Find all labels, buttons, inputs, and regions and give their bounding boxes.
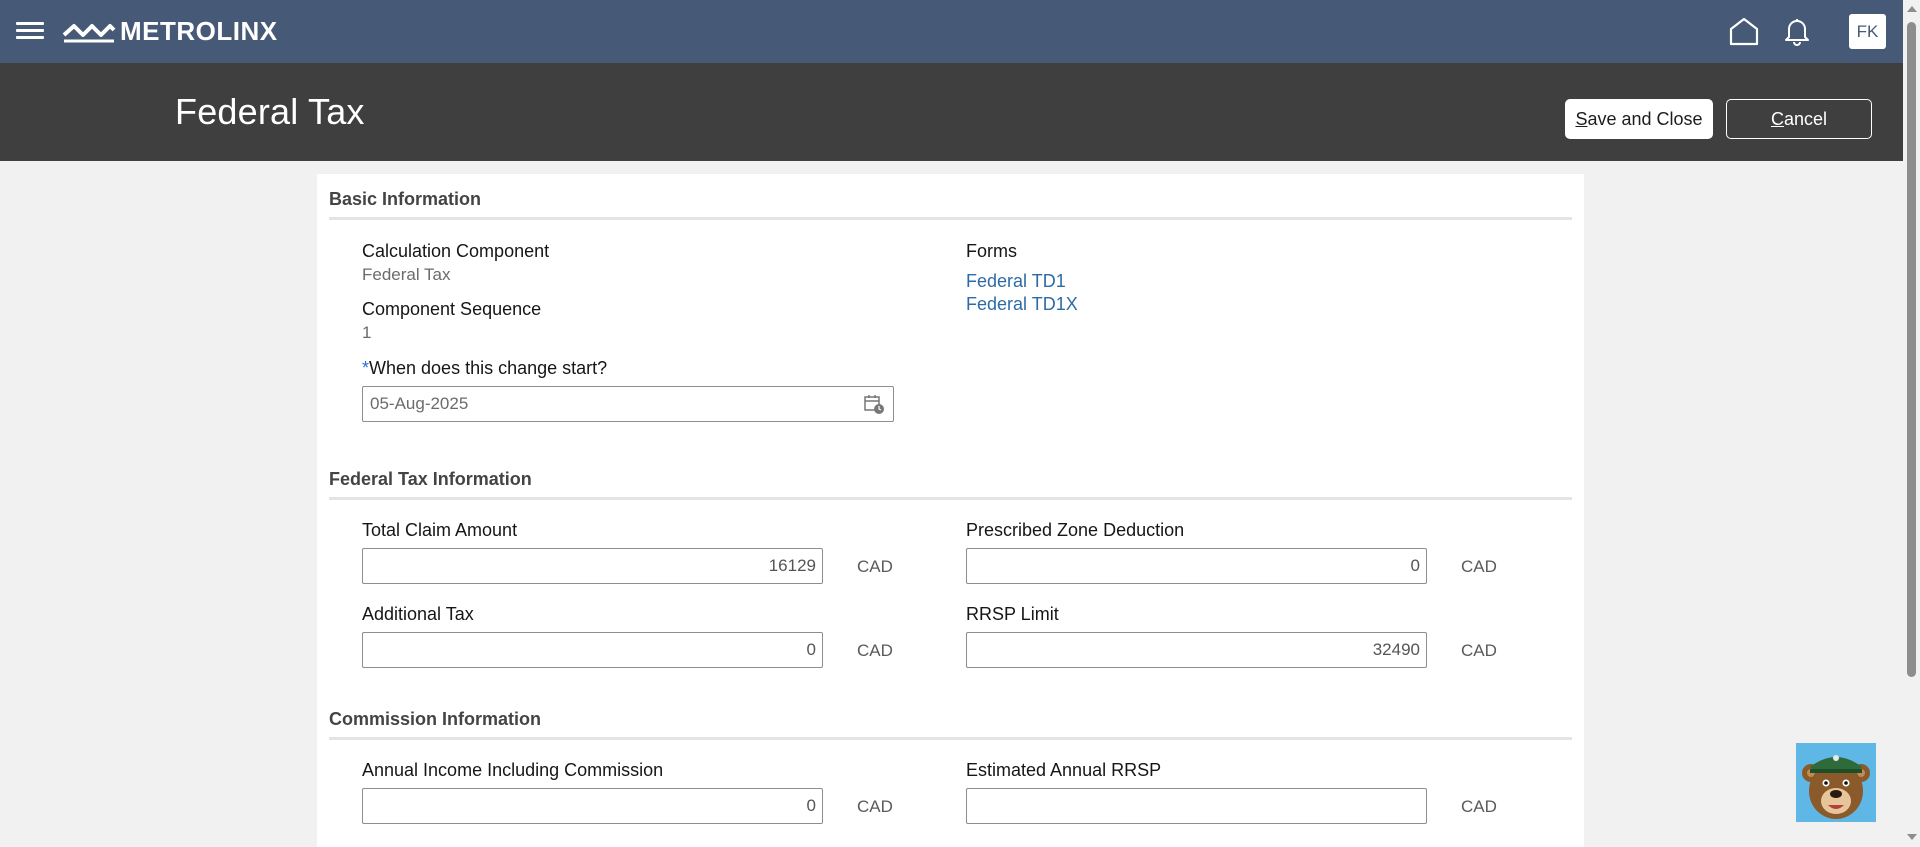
vertical-scrollbar[interactable]	[1903, 0, 1920, 847]
logo-text: METROLINX	[120, 15, 278, 46]
currency-label: CAD	[1461, 557, 1497, 576]
scroll-down-arrow-icon[interactable]	[1907, 834, 1917, 840]
currency-label: CAD	[857, 641, 893, 660]
calculation-component-value: Federal Tax	[362, 265, 451, 284]
user-avatar[interactable]: FK	[1849, 14, 1886, 49]
total-claim-amount-input[interactable]	[362, 548, 823, 584]
section-divider	[329, 737, 1572, 740]
change-start-date-input[interactable]	[362, 386, 894, 422]
estimated-annual-rrsp-input[interactable]	[966, 788, 1427, 824]
save-and-close-button[interactable]: Save and Close	[1565, 99, 1713, 139]
form-link-federal-td1x[interactable]: Federal TD1X	[966, 294, 1078, 315]
component-sequence-value: 1	[362, 323, 372, 342]
form-link-federal-td1[interactable]: Federal TD1	[966, 271, 1066, 292]
home-icon[interactable]	[1728, 16, 1760, 46]
rrsp-limit-input[interactable]	[966, 632, 1427, 668]
content-panel: Basic Information Calculation Component …	[317, 174, 1584, 847]
virtual-assistant-bear-icon[interactable]	[1796, 743, 1876, 822]
estimated-annual-rrsp-label: Estimated Annual RRSP	[966, 760, 1162, 780]
page-title: Federal Tax	[175, 91, 365, 132]
total-claim-amount-label: Total Claim Amount	[362, 520, 518, 540]
commission-information-heading: Commission Information	[329, 709, 542, 729]
annual-income-including-commission-input[interactable]	[362, 788, 823, 824]
metrolinx-logo[interactable]: METROLINX	[62, 14, 278, 48]
additional-tax-input[interactable]	[362, 632, 823, 668]
calculation-component-label: Calculation Component	[362, 241, 550, 261]
cancel-button[interactable]: Cancel	[1726, 99, 1872, 139]
currency-label: CAD	[1461, 641, 1497, 660]
currency-label: CAD	[857, 557, 893, 576]
change-start-label: *When does this change start?	[362, 358, 608, 378]
section-divider	[329, 217, 1572, 220]
federal-tax-information-heading: Federal Tax Information	[329, 469, 532, 489]
forms-label: Forms	[966, 241, 1017, 261]
prescribed-zone-deduction-label: Prescribed Zone Deduction	[966, 520, 1185, 540]
rrsp-limit-label: RRSP Limit	[966, 604, 1059, 624]
currency-label: CAD	[857, 797, 893, 816]
annual-income-including-commission-label: Annual Income Including Commission	[362, 760, 664, 780]
page-header: Federal Tax Save and Close Cancel	[0, 63, 1903, 161]
bell-icon[interactable]	[1782, 16, 1812, 46]
section-divider	[329, 497, 1572, 500]
component-sequence-label: Component Sequence	[362, 299, 542, 319]
currency-label: CAD	[1461, 797, 1497, 816]
required-indicator: *	[362, 358, 370, 378]
hamburger-menu-icon[interactable]	[16, 18, 44, 44]
calendar-icon[interactable]	[863, 393, 885, 415]
prescribed-zone-deduction-input[interactable]	[966, 548, 1427, 584]
additional-tax-label: Additional Tax	[362, 604, 474, 624]
scroll-up-arrow-icon[interactable]	[1907, 6, 1917, 12]
basic-information-heading: Basic Information	[329, 189, 482, 209]
scrollbar-thumb[interactable]	[1907, 22, 1916, 677]
top-navigation-bar: METROLINX FK	[0, 0, 1903, 63]
metrolinx-wave-icon	[62, 24, 116, 43]
